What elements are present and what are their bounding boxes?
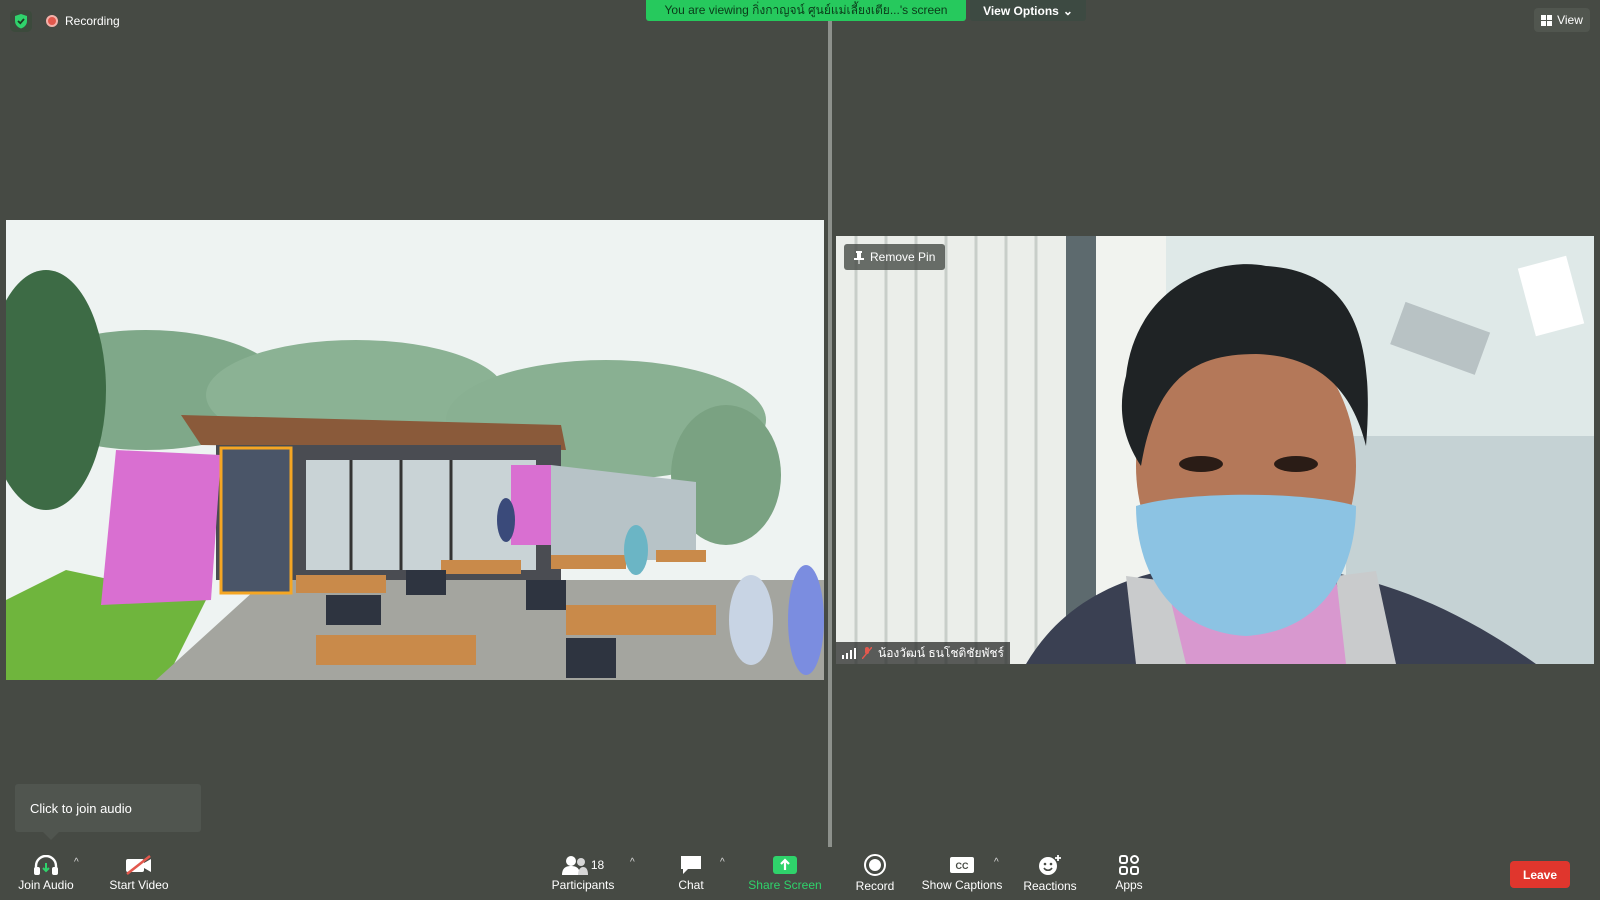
pinned-video-tile[interactable]: Remove Pin น้องวัฒน์ ธนโชติชัยพัชร์ [836,236,1594,664]
show-captions-label: Show Captions [921,878,1003,892]
reactions-label: Reactions [1023,879,1077,893]
viewing-screen-banner: You are viewing กิ่งกาญจน์ ศูนย์แม่เลี้ย… [646,0,966,21]
record-button[interactable]: Record [850,847,900,900]
share-screen-button[interactable]: Share Screen [746,847,824,900]
reactions-button[interactable]: Reactions [1022,847,1078,900]
headphones-icon [34,855,58,875]
apps-icon [1119,855,1139,875]
recording-dot-icon [46,15,58,27]
view-button[interactable]: View [1534,8,1590,32]
view-options-label: View Options [983,3,1059,18]
apps-button[interactable]: Apps [1108,847,1150,900]
recording-indicator[interactable]: Recording [46,14,120,28]
svg-text:CC: CC [956,861,969,871]
join-audio-label: Join Audio [18,878,74,892]
shared-screen [6,220,824,680]
captions-options-caret-icon[interactable]: ^ [994,857,999,868]
recording-label: Recording [65,14,120,28]
chat-button[interactable]: Chat [666,847,716,900]
share-screen-icon [773,856,797,874]
shared-screen-image [6,220,824,680]
meeting-toolbar: Join Audio ^ Start Video 18 Participants… [0,847,1600,900]
join-audio-button[interactable]: Join Audio [14,847,78,900]
leave-button[interactable]: Leave [1510,861,1570,888]
closed-captions-icon: CC [950,857,974,873]
chevron-down-icon: ⌄ [1062,3,1073,18]
participants-icon-wrap: 18 [561,855,605,875]
share-screen-label: Share Screen [748,878,822,892]
audio-options-caret-icon[interactable]: ^ [74,857,79,868]
participants-options-caret-icon[interactable]: ^ [630,857,635,868]
record-icon [864,854,886,876]
start-video-button[interactable]: Start Video [104,847,174,900]
start-video-label: Start Video [109,878,169,892]
split-divider[interactable] [828,21,832,847]
chat-label: Chat [678,878,704,892]
remove-pin-button[interactable]: Remove Pin [844,244,946,270]
top-left-status: Recording [10,10,120,32]
participants-label: Participants [551,878,615,892]
video-off-icon [126,855,151,875]
chat-icon [681,856,701,874]
participants-count: 18 [590,858,605,872]
join-audio-tooltip[interactable]: Click to join audio [15,784,201,840]
participants-icon [561,856,588,875]
pin-icon [854,250,864,264]
reactions-smiley-icon [1039,855,1061,875]
join-audio-tooltip-text: Click to join audio [30,800,132,816]
record-label: Record [855,879,895,893]
muted-mic-icon [862,647,872,659]
grid-view-icon [1541,14,1553,26]
participants-button[interactable]: 18 Participants [546,847,620,900]
participant-video [836,236,1594,664]
view-options-button[interactable]: View Options ⌄ [970,0,1086,21]
remove-pin-label: Remove Pin [870,250,936,264]
security-shield-icon[interactable] [10,10,32,32]
signal-strength-icon [842,647,856,659]
participant-name: น้องวัฒน์ ธนโชติชัยพัชร์ [878,645,1004,660]
show-captions-button[interactable]: CC Show Captions [920,847,1004,900]
chat-options-caret-icon[interactable]: ^ [720,857,725,868]
participant-name-tag: น้องวัฒน์ ธนโชติชัยพัชร์ [836,642,1010,664]
apps-label: Apps [1115,878,1143,892]
view-label: View [1557,13,1583,27]
